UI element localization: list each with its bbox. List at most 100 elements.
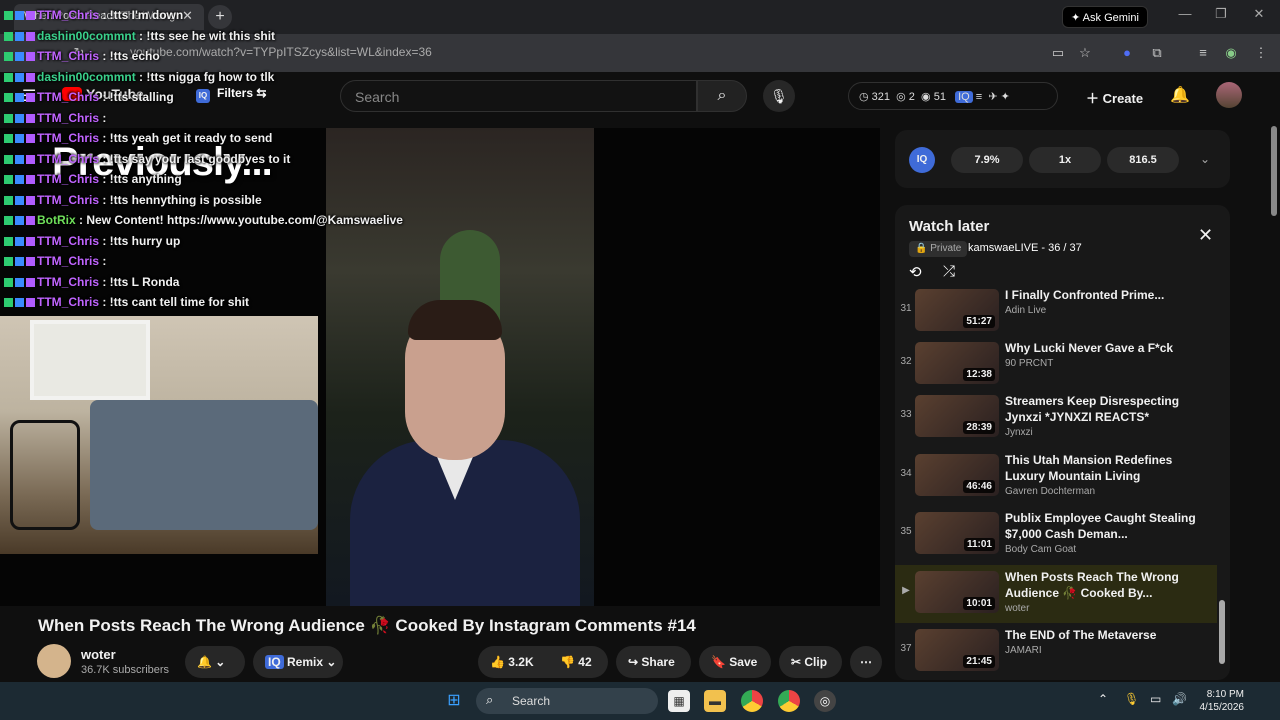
extensions-puzzle-icon[interactable]: ⧉ xyxy=(1148,44,1166,62)
playlist-item-thumbnail[interactable]: 28:39 xyxy=(915,395,999,437)
url-field[interactable]: youtube.com/watch?v=TYPpITSZcys&list=WL&… xyxy=(130,45,432,59)
media-control-icon[interactable]: ≡ xyxy=(1194,44,1212,62)
playlist-item-index: 32 xyxy=(900,356,912,367)
extension-stats-bar[interactable]: ◷ 321 ◎ 2 ◉ 51 IQ ≡ ✈ ✦ xyxy=(848,82,1058,110)
ask-gemini-button[interactable]: ✦ Ask Gemini xyxy=(1062,6,1148,28)
playlist-item-channel: woter xyxy=(1005,603,1030,614)
playlist-item-title[interactable]: This Utah Mansion Redefines Luxury Mount… xyxy=(1005,452,1205,484)
chat-line: TTM_Chris : !tts hennything is possible xyxy=(4,193,262,211)
clip-button[interactable]: ✂ Clip xyxy=(779,646,842,678)
subscribed-bell-button[interactable]: 🔔 ⌄ xyxy=(185,646,245,678)
microphone-icon[interactable]: 🎙 xyxy=(763,80,795,112)
bookmark-star-icon[interactable]: ☆ xyxy=(1076,44,1094,62)
close-tab-icon[interactable]: ✕ xyxy=(182,8,193,24)
playlist-item-index: 31 xyxy=(900,303,912,314)
new-tab-button[interactable]: + xyxy=(208,5,232,29)
playlist-item-title[interactable]: Publix Employee Caught Stealing $7,000 C… xyxy=(1005,510,1205,542)
badge-icon xyxy=(26,298,35,308)
cast-icon[interactable]: ▭ xyxy=(1049,44,1067,62)
search-icon[interactable]: ⌕ xyxy=(697,80,747,112)
playlist-item[interactable]: 37 21:45 The END of The Metaverse JAMARI xyxy=(895,623,1217,681)
playlist-item-thumbnail[interactable]: 11:01 xyxy=(915,512,999,554)
playlist-item[interactable]: 33 28:39 Streamers Keep Disrespecting Jynx… xyxy=(895,389,1217,447)
user-avatar[interactable] xyxy=(1216,82,1242,108)
playlist-item-title[interactable]: I Finally Confronted Prime... xyxy=(1005,287,1205,303)
windows-start-icon[interactable]: ⊞ xyxy=(443,690,465,712)
playlist-item[interactable]: ▶ 10:01 When Posts Reach The Wrong Audienc… xyxy=(895,565,1217,623)
badge-icon xyxy=(15,31,24,41)
webcam-window xyxy=(30,320,150,400)
volume-icon[interactable]: 🔊 xyxy=(1172,692,1187,706)
extension-percent[interactable]: 7.9% xyxy=(951,147,1023,173)
playlist-scrollbar-thumb[interactable] xyxy=(1219,600,1225,664)
badge-icon xyxy=(26,113,35,123)
notifications-bell-icon[interactable]: 🔔 xyxy=(1170,85,1190,105)
filters-button[interactable]: Filters ⇆ xyxy=(217,86,266,100)
playlist-item[interactable]: 35 11:01 Publix Employee Caught Stealing $… xyxy=(895,506,1217,564)
playlist-item-thumbnail[interactable]: 12:38 xyxy=(915,342,999,384)
create-button[interactable]: ＋ Create xyxy=(1078,82,1156,110)
menu-dots-icon[interactable]: ⋮ xyxy=(1252,44,1270,62)
extension-value[interactable]: 816.5 xyxy=(1107,147,1179,173)
channel-name[interactable]: woter xyxy=(81,647,116,662)
chrome-icon[interactable] xyxy=(741,690,763,712)
badge-icon xyxy=(4,236,13,246)
playlist-item-duration: 12:38 xyxy=(963,368,995,381)
taskbar-search[interactable]: Search xyxy=(476,688,658,714)
playlist-item[interactable]: 32 12:38 Why Lucki Never Gave a F*ck 90 PRC… xyxy=(895,336,1217,394)
like-button[interactable]: 👍 3.2K xyxy=(478,646,548,678)
playlist-item-thumbnail[interactable]: 10:01 xyxy=(915,571,999,613)
extension-chevron-icon[interactable]: ⌄ xyxy=(1200,152,1210,166)
network-icon[interactable]: ▭ xyxy=(1150,692,1161,706)
file-explorer-icon[interactable]: ▬ xyxy=(704,690,726,712)
tray-chevron-icon[interactable]: ⌃ xyxy=(1098,692,1108,706)
badge-icon xyxy=(26,93,35,103)
store-icon[interactable]: ▦ xyxy=(668,690,690,712)
chat-message: : !tts echo xyxy=(99,49,160,63)
remix-button[interactable]: IQ Remix ⌄ xyxy=(253,646,343,678)
save-button[interactable]: 🔖 Save xyxy=(699,646,771,678)
minimize-icon[interactable]: — xyxy=(1170,6,1200,21)
badge-icon xyxy=(4,216,13,226)
iq-remix-icon: IQ xyxy=(265,655,284,669)
badge-icon xyxy=(26,195,35,205)
microphone-tray-icon[interactable]: 🎙 xyxy=(1124,692,1139,706)
more-actions-icon[interactable]: ⋯ xyxy=(850,646,882,678)
playlist-item-index: 33 xyxy=(900,409,912,420)
close-playlist-icon[interactable]: ✕ xyxy=(1198,225,1213,246)
extension-speed[interactable]: 1x xyxy=(1029,147,1101,173)
share-button[interactable]: ↪ Share xyxy=(616,646,691,678)
playlist-item-title[interactable]: The END of The Metaverse xyxy=(1005,627,1205,643)
search-input[interactable]: Search xyxy=(340,80,697,112)
gemini-label: Ask Gemini xyxy=(1082,12,1139,24)
extension-logo[interactable]: IQ xyxy=(909,147,935,173)
shuffle-icon[interactable]: ⤮ xyxy=(943,263,955,280)
playlist-item-thumbnail[interactable]: 46:46 xyxy=(915,454,999,496)
extension-icon[interactable]: ● xyxy=(1118,44,1136,62)
watch-later-title: Watch later xyxy=(909,218,990,235)
maximize-icon[interactable]: ❐ xyxy=(1206,6,1236,22)
taskbar-clock[interactable]: 8:10 PM 4/15/2026 xyxy=(1198,688,1245,714)
app-icon[interactable]: ◎ xyxy=(814,690,836,712)
stat-users: 2 xyxy=(908,91,915,103)
chrome-profile-icon[interactable] xyxy=(778,690,800,712)
playlist-item[interactable]: 31 51:27 I Finally Confronted Prime... Adin… xyxy=(895,283,1217,341)
page-scrollbar-thumb[interactable] xyxy=(1271,126,1277,216)
playlist-item-title[interactable]: When Posts Reach The Wrong Audience 🥀 Co… xyxy=(1005,569,1205,601)
badge-icon xyxy=(15,216,24,226)
iq-icon[interactable]: IQ xyxy=(955,91,973,103)
channel-avatar[interactable] xyxy=(37,644,71,678)
playlist-item-thumbnail[interactable]: 21:45 xyxy=(915,629,999,671)
playlist-item-channel: Adin Live xyxy=(1005,305,1047,316)
playlist-item-index: 34 xyxy=(900,468,912,479)
profile-icon[interactable]: ◉ xyxy=(1222,44,1240,62)
clip-label: Clip xyxy=(804,655,828,669)
playlist-item-title[interactable]: Why Lucki Never Gave a F*ck xyxy=(1005,340,1205,356)
loop-icon[interactable]: ⟲ xyxy=(909,263,922,281)
playlist-item[interactable]: 34 46:46 This Utah Mansion Redefines Luxur… xyxy=(895,448,1217,506)
playlist-item-title[interactable]: Streamers Keep Disrespecting Jynxzi *JYN… xyxy=(1005,393,1205,425)
close-window-icon[interactable]: ✕ xyxy=(1244,6,1274,22)
playlist-item-duration: 28:39 xyxy=(963,421,995,434)
playlist-item-thumbnail[interactable]: 51:27 xyxy=(915,289,999,331)
dislike-button[interactable]: 👎 42 xyxy=(548,646,608,678)
